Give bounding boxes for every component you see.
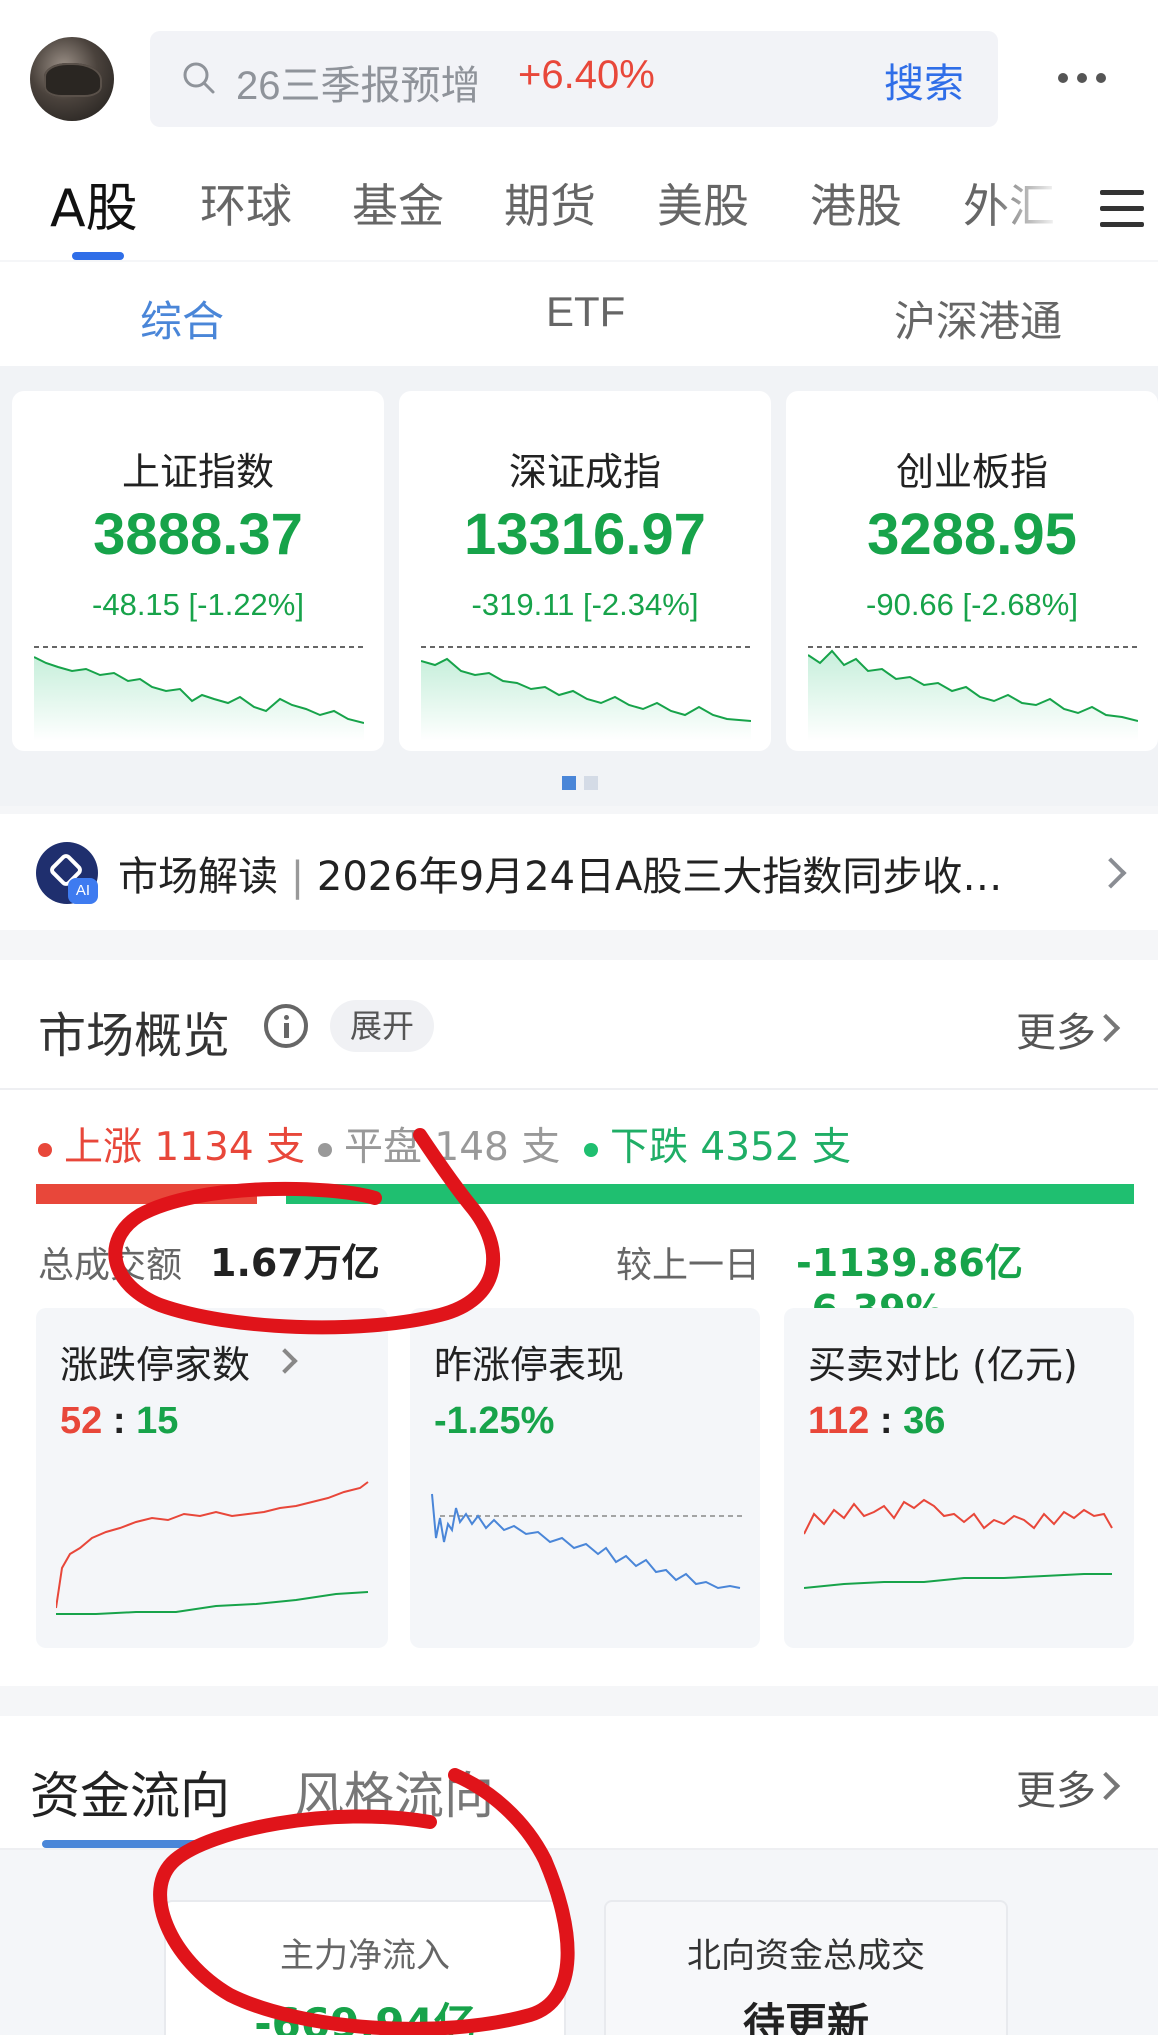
ai-logo-icon: AI — [36, 842, 98, 904]
active-tab-indicator — [72, 252, 124, 260]
search-hot-topic[interactable]: 26三季报预增 — [236, 53, 481, 111]
subtab-etf[interactable]: ETF — [546, 288, 625, 336]
chevron-right-icon — [1091, 1013, 1121, 1043]
bull-logo — [44, 63, 102, 97]
search-icon — [183, 62, 215, 94]
index-sparkline — [421, 646, 751, 741]
capital-flow-section: 资金流向 风格流向 更多 主力净流入 -669.94亿 北向资金总成交 待更新 — [0, 1716, 1158, 2035]
subtab-connect[interactable]: 沪深港通 — [894, 288, 1062, 349]
index-cards: 上证指数 3888.37 -48.15 [-1.22%] 深证成指 13316.… — [0, 366, 1158, 806]
subtab-overview[interactable]: 综合 — [140, 288, 224, 349]
active-tab-indicator — [42, 1840, 210, 1848]
expand-button[interactable]: 展开 — [330, 1000, 435, 1052]
tab-a-shares[interactable]: A股 — [50, 166, 138, 241]
index-sparkline — [34, 646, 364, 741]
tab-style-flow[interactable]: 风格流向 — [294, 1756, 494, 1828]
flows-more-link[interactable]: 更多 — [1016, 1758, 1096, 1816]
card-value: 112 : 36 — [808, 1400, 946, 1442]
index-card-chinext[interactable]: 创业板指 3288.95 -90.66 [-2.68%] — [786, 391, 1158, 751]
card-value: 52 : 15 — [60, 1400, 179, 1442]
turnover-value: 1.67万亿 — [210, 1241, 380, 1285]
main-inflow-label: 主力净流入 — [280, 1936, 450, 1976]
northbound-card[interactable]: 北向资金总成交 待更新 — [604, 1900, 1008, 2035]
tab-hk-stocks[interactable]: 港股 — [810, 170, 902, 236]
tab-capital-flow[interactable]: 资金流向 — [30, 1756, 230, 1828]
tabs-fade — [990, 160, 1060, 260]
market-reading-text: 市场解读 | 2026年9月24日A股三大指数同步收… — [118, 854, 1003, 900]
card-title: 买卖对比 (亿元) — [808, 1343, 1078, 1387]
main-inflow-value: -669.94亿 — [254, 1999, 476, 2035]
more-link[interactable]: 更多 — [1016, 1000, 1096, 1058]
limit-count-card[interactable]: 涨跌停家数 52 : 15 — [36, 1308, 388, 1648]
limit-count-chart — [56, 1481, 369, 1615]
search-box[interactable]: 26三季报预增 +6.40% 搜索 — [150, 31, 998, 127]
unchanged-count: 平盘 148 支 — [318, 1116, 560, 1172]
main-inflow-card[interactable]: 主力净流入 -669.94亿 — [164, 1900, 566, 2035]
turnover-label: 总成交额 — [38, 1245, 183, 1286]
advancers-bar — [36, 1184, 257, 1204]
card-title: 昨涨停表现 — [434, 1343, 625, 1387]
menu-icon[interactable] — [1100, 190, 1144, 230]
search-hot-change: +6.40% — [518, 53, 655, 97]
index-change: -319.11 [-2.34%] — [471, 587, 699, 622]
index-change: -48.15 [-1.22%] — [92, 587, 304, 622]
northbound-label: 北向资金总成交 — [687, 1936, 925, 1976]
decliners-bar — [286, 1184, 1134, 1204]
card-value: -1.25% — [434, 1400, 555, 1442]
buy-sell-chart — [804, 1498, 1113, 1589]
page-indicator — [562, 776, 598, 790]
search-button[interactable]: 搜索 — [884, 51, 964, 109]
market-tabs: A股 环球 基金 期货 美股 港股 外汇 — [0, 160, 1158, 260]
index-name: 上证指数 — [121, 450, 274, 494]
tab-funds[interactable]: 基金 — [352, 170, 444, 236]
index-card-shanghai[interactable]: 上证指数 3888.37 -48.15 [-1.22%] — [12, 391, 384, 751]
index-card-shenzhen[interactable]: 深证成指 13316.97 -319.11 [-2.34%] — [399, 391, 771, 751]
vs-previous-label: 较上一日 — [616, 1245, 761, 1286]
divider — [0, 1088, 1158, 1090]
section-title: 市场概览 — [38, 1008, 231, 1064]
tab-us-stocks[interactable]: 美股 — [657, 170, 749, 236]
index-value: 13316.97 — [464, 502, 706, 567]
sub-tabs: 综合 ETF 沪深港通 — [0, 262, 1158, 366]
northbound-value: 待更新 — [742, 1999, 869, 2035]
buy-sell-ratio-card[interactable]: 买卖对比 (亿元) 112 : 36 — [784, 1308, 1134, 1648]
yesterday-limit-up-chart — [431, 1493, 744, 1590]
index-name: 深证成指 — [508, 450, 661, 494]
top-bar: 26三季报预增 +6.40% 搜索 A股 环球 基金 期货 美股 港股 外汇 — [0, 0, 1158, 260]
index-change: -90.66 [-2.68%] — [866, 587, 1078, 622]
avatar[interactable] — [30, 37, 114, 121]
tab-futures[interactable]: 期货 — [504, 170, 596, 236]
chevron-right-icon — [272, 1348, 298, 1374]
index-value: 3288.95 — [867, 502, 1077, 567]
yesterday-limit-up-card[interactable]: 昨涨停表现 -1.25% — [410, 1308, 760, 1648]
market-overview: 市场概览 展开 更多 上涨 1134 支 平盘 148 支 下跌 4352 支 … — [0, 960, 1158, 1686]
more-options-icon[interactable] — [1058, 58, 1114, 98]
index-value: 3888.37 — [93, 502, 303, 567]
chevron-right-icon — [1095, 857, 1127, 889]
advancers-count: 上涨 1134 支 — [38, 1116, 305, 1172]
index-name: 创业板指 — [895, 450, 1048, 494]
info-icon[interactable] — [264, 1004, 308, 1048]
chevron-right-icon — [1091, 1771, 1121, 1801]
card-title: 涨跌停家数 — [60, 1343, 251, 1387]
tab-global[interactable]: 环球 — [200, 170, 292, 236]
index-sparkline — [808, 646, 1138, 741]
flow-cards: 主力净流入 -669.94亿 北向资金总成交 待更新 — [0, 1850, 1158, 2035]
market-reading-banner[interactable]: AI 市场解读 | 2026年9月24日A股三大指数同步收… — [0, 814, 1158, 930]
decliners-count: 下跌 4352 支 — [584, 1116, 851, 1172]
